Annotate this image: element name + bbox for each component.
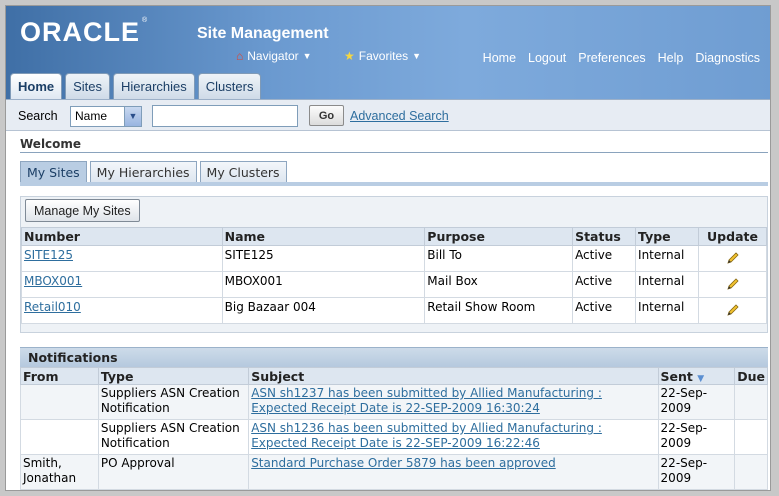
table-row: Suppliers ASN Creation Notification ASN … (20, 419, 768, 455)
table-row: Suppliers ASN Creation Notification ASN … (20, 384, 768, 420)
notification-type: Suppliers ASN Creation Notification (97, 419, 250, 455)
diagnostics-link[interactable]: Diagnostics (695, 51, 760, 65)
go-button[interactable]: Go (309, 105, 344, 126)
update-cell (698, 271, 767, 298)
chevron-down-icon: ▼ (412, 51, 422, 61)
search-field-select[interactable]: Name ▼ (70, 106, 142, 127)
tab-sites[interactable]: Sites (65, 73, 111, 99)
help-link[interactable]: Help (658, 51, 684, 65)
notification-from: Smith, Jonathan (20, 454, 99, 490)
favorites-label: Favorites (358, 49, 409, 63)
notification-due (734, 384, 768, 420)
notifications-heading: Notifications (20, 347, 768, 367)
oracle-logo: ORACLE ® (20, 17, 149, 47)
site-type: Internal (635, 297, 699, 324)
divider (20, 152, 768, 153)
chevron-down-icon: ▼ (302, 51, 312, 61)
site-type: Internal (635, 271, 699, 298)
tab-home[interactable]: Home (10, 73, 63, 99)
header-banner: ORACLE ® Site Management ⌂ Navigator ▼ ★ … (6, 6, 770, 99)
notification-subject-link[interactable]: Standard Purchase Order 5879 has been ap… (251, 456, 556, 470)
notification-from (20, 384, 99, 420)
column-header[interactable]: Name (221, 227, 426, 246)
notification-subject-link[interactable]: ASN sh1236 has been submitted by Allied … (251, 421, 602, 450)
my-sites-region: Manage My Sites Number Name Purpose Stat… (20, 196, 768, 333)
home-link[interactable]: Home (483, 51, 516, 65)
manage-my-sites-button[interactable]: Manage My Sites (25, 199, 140, 222)
notification-from (20, 419, 99, 455)
notification-due (734, 419, 768, 455)
search-bar: Search Name ▼ Go Advanced Search (6, 99, 770, 131)
column-header[interactable]: Number (21, 227, 223, 246)
column-header[interactable]: From (20, 367, 99, 385)
update-cell (698, 245, 767, 272)
column-header[interactable]: Status (572, 227, 637, 246)
subtab-my-hierarchies[interactable]: My Hierarchies (89, 161, 197, 182)
favorites-icon: ★ (344, 49, 355, 63)
notification-sent: 22-Sep-2009 (657, 384, 736, 420)
pencil-icon[interactable] (726, 277, 740, 291)
column-header[interactable]: Type (97, 367, 250, 385)
sites-table: Number Name Purpose Status Type Update S… (21, 227, 767, 324)
tab-hierarchies[interactable]: Hierarchies (113, 73, 195, 99)
site-purpose: Mail Box (424, 271, 574, 298)
navigator-menu[interactable]: ⌂ Navigator ▼ (236, 49, 312, 63)
table-row: MBOX001 MBOX001 Mail Box Active Internal (21, 271, 767, 298)
site-status: Active (572, 297, 637, 324)
site-name: SITE125 (221, 245, 426, 272)
notifications-table: From Type Subject Sent ▼ Due Suppliers A… (20, 367, 768, 490)
site-status: Active (572, 271, 637, 298)
column-header[interactable]: Purpose (424, 227, 574, 246)
notification-due (734, 454, 768, 490)
home-icon: ⌂ (236, 49, 244, 63)
site-purpose: Bill To (424, 245, 574, 272)
site-name: Big Bazaar 004 (221, 297, 426, 324)
navigator-label: Navigator (247, 49, 299, 63)
site-type: Internal (635, 245, 699, 272)
pencil-icon[interactable] (726, 251, 740, 265)
site-purpose: Retail Show Room (424, 297, 574, 324)
sub-tabs: My Sites My Hierarchies My Clusters (20, 161, 287, 182)
main-tabs: Home Sites Hierarchies Clusters (10, 73, 262, 99)
subtab-my-clusters[interactable]: My Clusters (199, 161, 287, 182)
column-header-sent[interactable]: Sent ▼ (657, 367, 736, 385)
global-links: Home Logout Preferences Help Diagnostics (483, 51, 760, 65)
notification-subject-link[interactable]: ASN sh1237 has been submitted by Allied … (251, 386, 602, 415)
search-label: Search (18, 109, 58, 123)
column-header[interactable]: Subject (248, 367, 659, 385)
table-row: Smith, Jonathan PO Approval Standard Pur… (20, 454, 768, 490)
notification-type: Suppliers ASN Creation Notification (97, 384, 250, 420)
notification-sent: 22-Sep-2009 (657, 419, 736, 455)
column-header[interactable]: Due (734, 367, 768, 385)
app-window: ORACLE ® Site Management ⌂ Navigator ▼ ★ … (5, 5, 771, 491)
site-name: MBOX001 (221, 271, 426, 298)
column-header[interactable]: Type (635, 227, 699, 246)
table-row: Retail010 Big Bazaar 004 Retail Show Roo… (21, 297, 767, 324)
notification-type: PO Approval (97, 454, 250, 490)
notification-sent: 22-Sep-2009 (657, 454, 736, 490)
sort-descending-icon: ▼ (697, 373, 705, 384)
site-number-link[interactable]: MBOX001 (24, 274, 82, 288)
search-input[interactable] (152, 105, 298, 127)
favorites-menu[interactable]: ★ Favorites ▼ (344, 49, 421, 63)
welcome-heading: Welcome (20, 137, 82, 151)
update-cell (698, 297, 767, 324)
subtab-bar (20, 182, 768, 186)
table-row: SITE125 SITE125 Bill To Active Internal (21, 245, 767, 272)
logout-link[interactable]: Logout (528, 51, 566, 65)
chevron-down-icon: ▼ (124, 107, 141, 126)
column-header: Update (698, 227, 767, 246)
site-number-link[interactable]: Retail010 (24, 300, 81, 314)
advanced-search-link[interactable]: Advanced Search (350, 109, 449, 123)
site-status: Active (572, 245, 637, 272)
pencil-icon[interactable] (726, 303, 740, 317)
site-number-link[interactable]: SITE125 (24, 248, 73, 262)
subtab-my-sites[interactable]: My Sites (20, 161, 87, 182)
app-title: Site Management (197, 25, 329, 42)
search-field-value: Name (75, 109, 108, 123)
preferences-link[interactable]: Preferences (578, 51, 645, 65)
tab-clusters[interactable]: Clusters (197, 73, 262, 99)
